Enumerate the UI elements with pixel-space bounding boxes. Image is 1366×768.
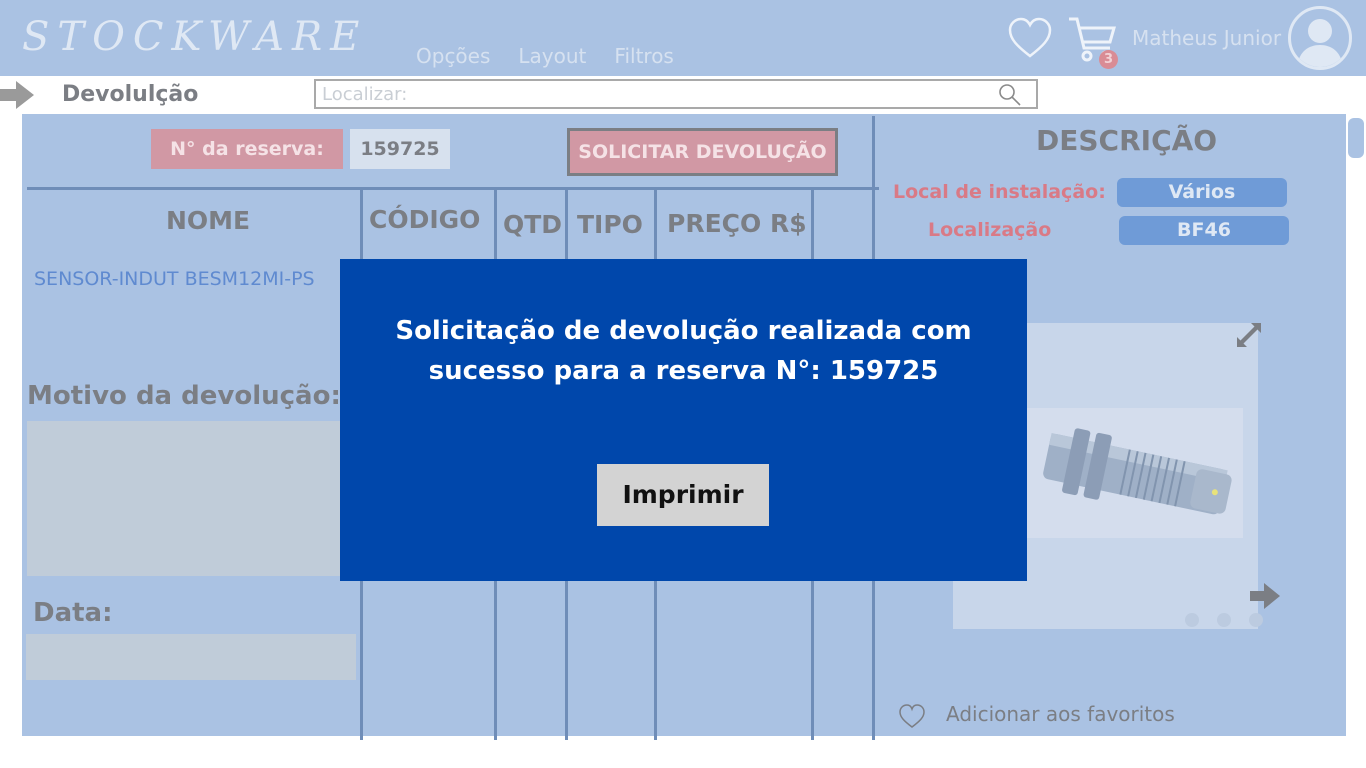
add-to-favorites-link[interactable]: Adicionar aos favoritos bbox=[946, 702, 1175, 726]
app-logo[interactable]: STOCKWARE bbox=[22, 14, 367, 60]
request-return-button[interactable]: SOLICITAR DEVOLUÇÃO bbox=[567, 128, 838, 176]
date-field[interactable] bbox=[26, 634, 356, 680]
menu-layout[interactable]: Layout bbox=[518, 44, 586, 68]
location-label: Localização bbox=[928, 219, 1052, 241]
next-arrow-icon[interactable] bbox=[1250, 582, 1280, 610]
top-header: STOCKWARE Opções Layout Filtros 3 Matheu… bbox=[0, 0, 1366, 76]
search-input[interactable] bbox=[316, 81, 996, 107]
column-header-nome: NOME bbox=[166, 206, 251, 235]
return-reason-label: Motivo da devolução: bbox=[27, 381, 341, 411]
install-location-value: Vários bbox=[1117, 178, 1287, 207]
user-avatar-icon[interactable] bbox=[1288, 6, 1352, 70]
cart-count-badge: 3 bbox=[1099, 50, 1118, 69]
expand-icon[interactable] bbox=[1234, 320, 1264, 350]
carousel-dot[interactable] bbox=[1185, 613, 1199, 627]
column-header-qtd: QTD bbox=[503, 210, 563, 239]
install-location-label: Local de instalação: bbox=[893, 181, 1106, 203]
search-icon[interactable] bbox=[998, 83, 1022, 107]
location-value: BF46 bbox=[1119, 216, 1289, 245]
main-menu: Opções Layout Filtros bbox=[416, 44, 674, 68]
print-button[interactable]: Imprimir bbox=[597, 464, 769, 526]
reservation-number: 159725 bbox=[350, 129, 450, 169]
arrow-right-icon[interactable] bbox=[0, 81, 34, 109]
date-label: Data: bbox=[33, 598, 113, 628]
column-header-codigo: CÓDIGO bbox=[369, 205, 481, 234]
table-row-name[interactable]: SENSOR-INDUT BESM12MI-PS bbox=[34, 268, 315, 290]
menu-opcoes[interactable]: Opções bbox=[416, 44, 490, 68]
return-reason-field[interactable] bbox=[27, 421, 357, 576]
table-header-divider bbox=[27, 187, 879, 190]
reservation-label: N° da reserva: bbox=[151, 129, 343, 169]
modal-message: Solicitação de devolução realizada com s… bbox=[395, 316, 972, 386]
favorites-heart-icon[interactable] bbox=[1007, 16, 1053, 60]
column-header-tipo: TIPO bbox=[577, 210, 643, 239]
success-modal: Solicitação de devolução realizada com s… bbox=[340, 259, 1027, 581]
carousel-dot[interactable] bbox=[1249, 613, 1263, 627]
description-title: DESCRIÇÃO bbox=[1036, 124, 1218, 157]
menu-filtros[interactable]: Filtros bbox=[614, 44, 673, 68]
column-header-preco: PREÇO R$ bbox=[667, 209, 807, 238]
user-name[interactable]: Matheus Junior bbox=[1132, 26, 1281, 50]
heart-icon[interactable] bbox=[898, 703, 926, 729]
search-bar bbox=[314, 79, 1038, 109]
carousel-dot[interactable] bbox=[1217, 613, 1231, 627]
scrollbar[interactable] bbox=[1348, 118, 1364, 158]
page-title: Devolulção bbox=[62, 82, 199, 107]
